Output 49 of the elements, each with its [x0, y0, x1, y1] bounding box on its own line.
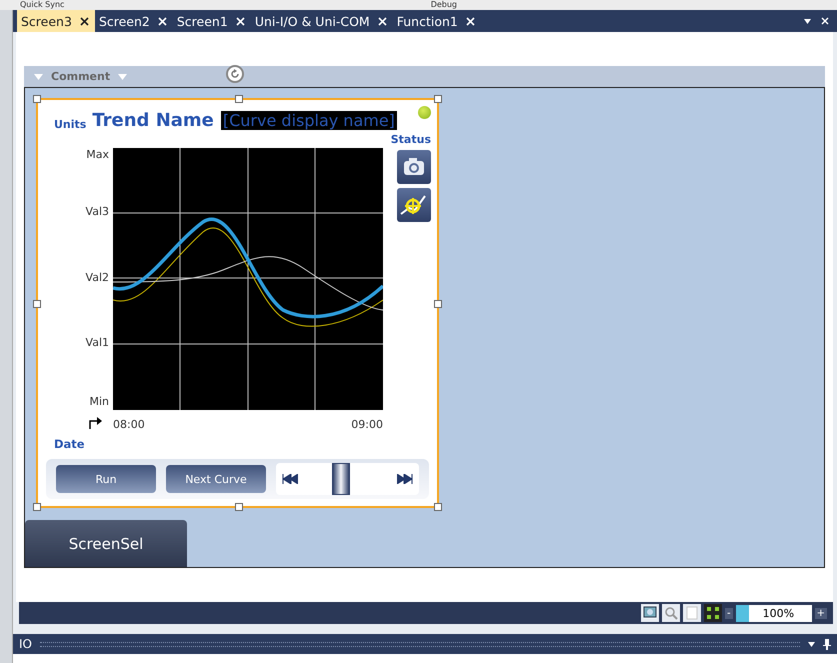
dropdown-icon[interactable] [804, 18, 811, 24]
zoom-in-button[interactable]: + [814, 608, 827, 618]
menu-item[interactable]: Debug [410, 0, 477, 10]
zoom-field[interactable]: 100% [736, 604, 812, 622]
resize-handle[interactable] [33, 95, 41, 103]
axis-label: Max [86, 148, 109, 161]
resize-handle[interactable] [235, 503, 243, 512]
rotate-icon[interactable] [226, 65, 244, 83]
close-icon[interactable] [80, 16, 89, 26]
trend-button[interactable]: Next Curve [166, 465, 266, 493]
resize-handle[interactable] [434, 95, 442, 103]
resize-handle[interactable] [235, 95, 243, 103]
date-label: Date [54, 437, 86, 451]
tab[interactable]: Screen3 [17, 10, 95, 32]
resize-handle[interactable] [434, 503, 442, 512]
scroll-track[interactable] [276, 463, 419, 495]
curve-name: [Curve display name] [220, 111, 397, 130]
axis-label: Min [89, 395, 109, 408]
units-label: Units [54, 118, 86, 131]
dropdown-icon[interactable] [808, 642, 815, 646]
trend-button[interactable]: Run [56, 465, 156, 493]
tab[interactable]: Screen1 [172, 10, 251, 32]
fit-icon[interactable] [704, 604, 722, 622]
time-label: 08:00 [113, 418, 145, 431]
resize-handle[interactable] [434, 300, 442, 308]
skip-forward-icon[interactable] [397, 474, 413, 484]
zoom-out-button[interactable]: - [725, 608, 733, 618]
axis-label: Val1 [86, 336, 109, 349]
scroll-thumb[interactable] [332, 463, 350, 495]
resize-handle[interactable] [33, 300, 41, 308]
screen-select-button[interactable]: ScreenSel [25, 520, 187, 567]
tab[interactable]: Uni-I/O & Uni-COM [250, 10, 393, 32]
menu-item[interactable]: Quick Sync [0, 0, 84, 10]
monitor-icon[interactable] [641, 604, 659, 622]
axis-label: Val2 [86, 271, 109, 284]
crosshair-icon[interactable] [397, 188, 431, 222]
pin-icon[interactable] [823, 638, 831, 650]
skip-back-icon[interactable] [282, 474, 298, 484]
camera-icon[interactable] [397, 150, 431, 184]
status-label: Status [390, 133, 431, 146]
axis-corner-icon [88, 417, 102, 429]
axis-label: Val3 [86, 205, 109, 218]
resize-handle[interactable] [33, 503, 41, 512]
comment-label: Comment [51, 70, 110, 83]
trend-title: Trend Name [92, 110, 214, 131]
time-label: 09:00 [351, 418, 383, 431]
tab[interactable]: Screen2 [94, 10, 173, 32]
panel-title: IO [19, 637, 32, 651]
tab[interactable]: Function1 [392, 10, 481, 32]
